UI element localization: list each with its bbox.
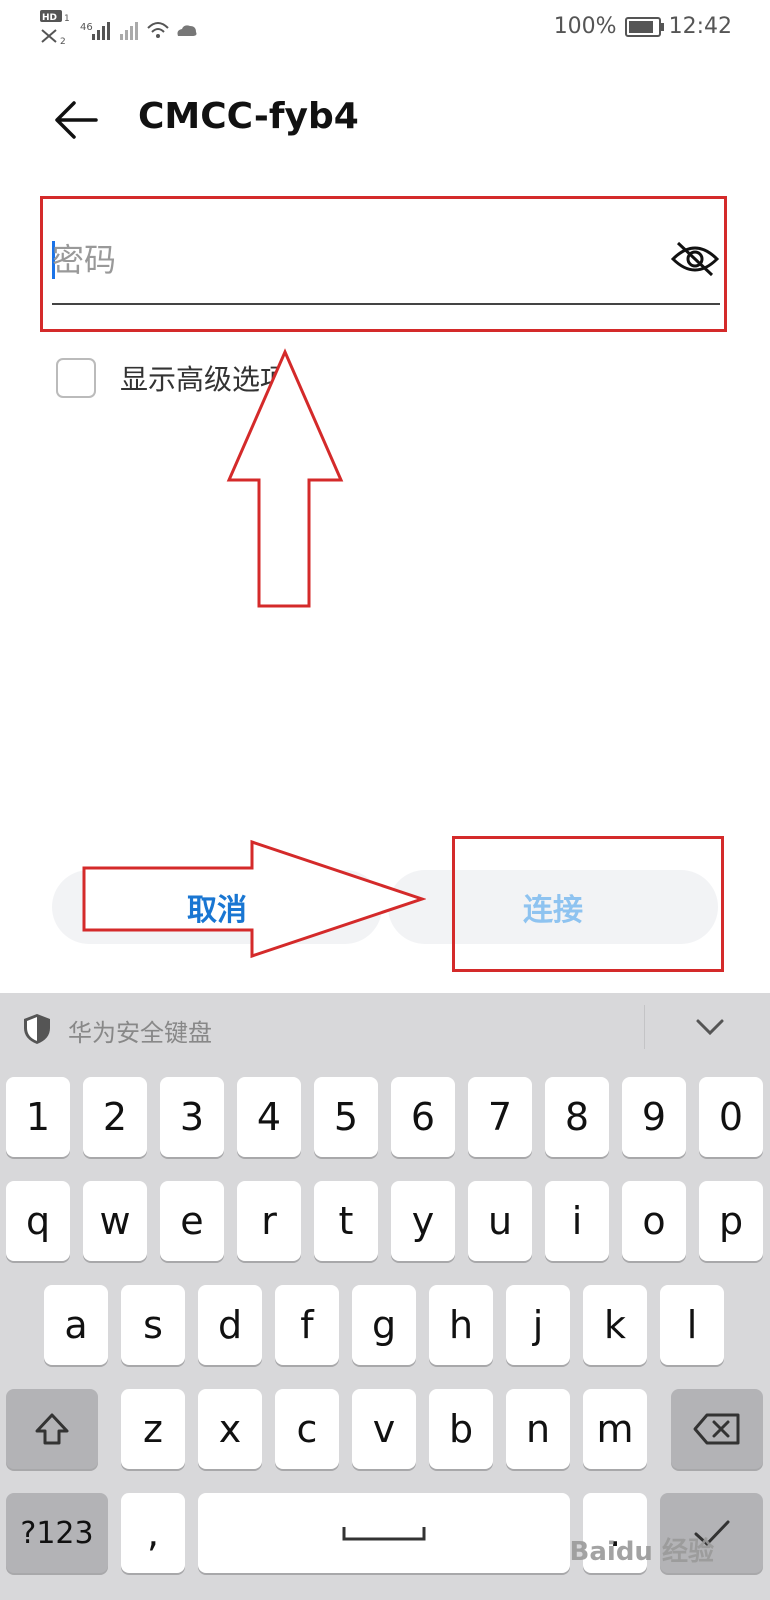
key-0[interactable]: 0 (699, 1077, 763, 1157)
advanced-options-toggle[interactable]: 显示高级选项 (56, 358, 288, 398)
space-bar-icon (342, 1527, 426, 1541)
keyboard-name: 华为安全键盘 (68, 1019, 212, 1047)
key-b[interactable]: b (429, 1389, 493, 1469)
key-v[interactable]: v (352, 1389, 416, 1469)
key-9[interactable]: 9 (622, 1077, 686, 1157)
key-4[interactable]: 4 (237, 1077, 301, 1157)
svg-text:2: 2 (60, 37, 66, 46)
status-right: 100% 12:42 (554, 14, 732, 39)
key-x[interactable]: x (198, 1389, 262, 1469)
key-j[interactable]: j (506, 1285, 570, 1365)
comma-key[interactable]: , (121, 1493, 185, 1573)
backspace-key[interactable] (671, 1389, 763, 1469)
key-q[interactable]: q (6, 1181, 70, 1261)
shield-icon (24, 1014, 50, 1044)
status-bar: HD 1 2 46 100% 12:42 (0, 0, 770, 56)
keyboard-divider (644, 1005, 645, 1049)
battery-percent: 100% (553, 14, 617, 39)
watermark: Baidu 经验 (569, 1537, 714, 1567)
shift-key[interactable] (6, 1389, 98, 1469)
key-6[interactable]: 6 (391, 1077, 455, 1157)
password-input[interactable] (52, 235, 652, 285)
space-key[interactable] (198, 1493, 570, 1573)
key-z[interactable]: z (121, 1389, 185, 1469)
status-indicators: HD 1 2 46 (40, 8, 200, 46)
key-s[interactable]: s (121, 1285, 185, 1365)
key-f[interactable]: f (275, 1285, 339, 1365)
key-d[interactable]: d (198, 1285, 262, 1365)
key-a[interactable]: a (44, 1285, 108, 1365)
password-underline (52, 303, 720, 305)
key-y[interactable]: y (391, 1181, 455, 1261)
key-p[interactable]: p (699, 1181, 763, 1261)
svg-text:46: 46 (80, 22, 93, 33)
cancel-button[interactable]: 取消 (52, 870, 382, 944)
clock: 12:42 (668, 14, 732, 39)
key-2[interactable]: 2 (83, 1077, 147, 1157)
key-5[interactable]: 5 (314, 1077, 378, 1157)
key-1[interactable]: 1 (6, 1077, 70, 1157)
key-i[interactable]: i (545, 1181, 609, 1261)
key-e[interactable]: e (160, 1181, 224, 1261)
advanced-options-checkbox[interactable] (56, 358, 96, 398)
shift-icon (35, 1413, 69, 1445)
chevron-down-icon[interactable] (692, 1011, 728, 1043)
keyboard: 华为安全键盘 1 2 3 4 5 6 7 8 9 0 q w e r t y u… (0, 993, 770, 1600)
key-o[interactable]: o (622, 1181, 686, 1261)
battery-icon (624, 16, 664, 37)
symbols-key[interactable]: ?123 (6, 1493, 108, 1573)
svg-text:1: 1 (64, 14, 70, 24)
key-7[interactable]: 7 (468, 1077, 532, 1157)
key-c[interactable]: c (275, 1389, 339, 1469)
key-g[interactable]: g (352, 1285, 416, 1365)
key-r[interactable]: r (237, 1181, 301, 1261)
back-button[interactable] (52, 96, 100, 144)
key-8[interactable]: 8 (545, 1077, 609, 1157)
keyboard-header: 华为安全键盘 (0, 993, 770, 1063)
key-m[interactable]: m (583, 1389, 647, 1469)
battery-level (628, 20, 653, 33)
eye-off-icon[interactable] (670, 239, 720, 279)
key-k[interactable]: k (583, 1285, 647, 1365)
advanced-options-label: 显示高级选项 (120, 363, 289, 396)
key-l[interactable]: l (660, 1285, 724, 1365)
key-n[interactable]: n (506, 1389, 570, 1469)
svg-text:HD: HD (42, 13, 57, 23)
key-h[interactable]: h (429, 1285, 493, 1365)
arrow-left-icon (55, 101, 98, 139)
connect-button[interactable]: 连接 (388, 870, 718, 944)
password-field-container (52, 225, 720, 305)
signal-icon: HD 1 2 46 (40, 10, 197, 46)
key-3[interactable]: 3 (160, 1077, 224, 1157)
key-u[interactable]: u (468, 1181, 532, 1261)
key-w[interactable]: w (83, 1181, 147, 1261)
key-t[interactable]: t (314, 1181, 378, 1261)
backspace-icon (693, 1413, 740, 1445)
page-title: CMCC-fyb4 (138, 96, 359, 137)
